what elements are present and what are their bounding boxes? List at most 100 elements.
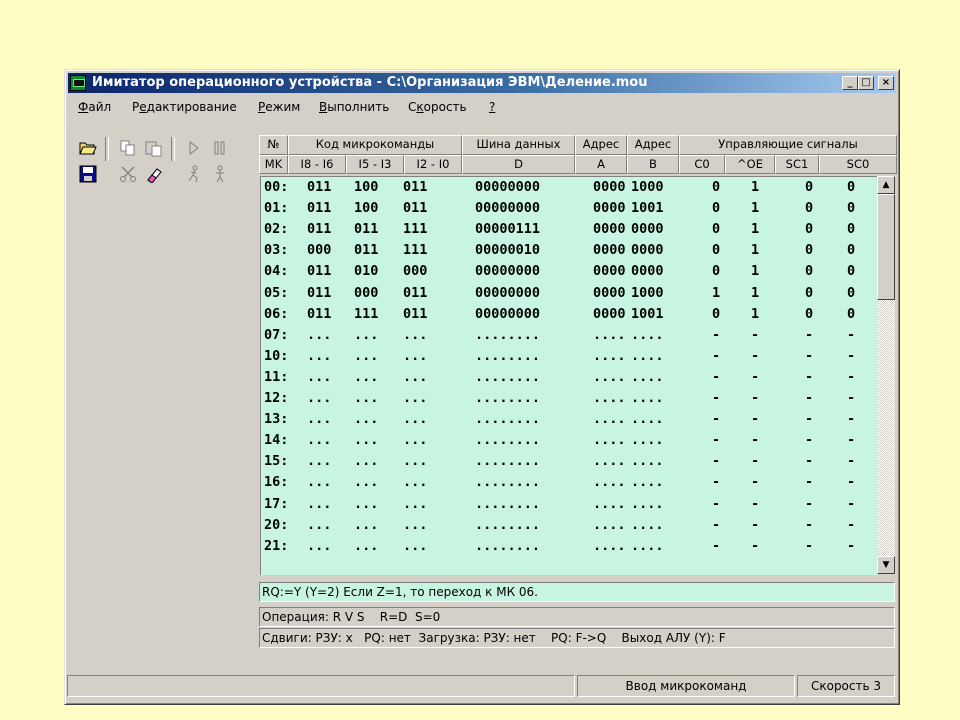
cell-oe[interactable]: - (751, 451, 759, 472)
cell-c0[interactable]: - (712, 430, 720, 451)
cell-i8-i6[interactable]: 011 (307, 198, 331, 219)
cell-i8-i6[interactable]: ... (307, 388, 331, 409)
cell-i2-i0[interactable]: ... (403, 346, 427, 367)
play-button[interactable] (183, 137, 205, 159)
cell-oe[interactable]: - (751, 388, 759, 409)
cell-i2-i0[interactable]: 000 (403, 261, 427, 282)
cell-sc0[interactable]: 0 (847, 240, 855, 261)
cell-sc0[interactable]: - (847, 430, 855, 451)
cell-address-a[interactable]: 0000 (593, 261, 626, 282)
cell-sc0[interactable]: 0 (847, 261, 855, 282)
cell-data-bus[interactable]: ........ (475, 346, 540, 367)
paste-button[interactable] (143, 137, 165, 159)
close-button[interactable]: × (878, 76, 894, 90)
cell-data-bus[interactable]: ........ (475, 409, 540, 430)
cell-sc1[interactable]: 0 (805, 283, 813, 304)
cell-i2-i0[interactable]: ... (403, 515, 427, 536)
cell-sc1[interactable]: - (805, 494, 813, 515)
cell-i2-i0[interactable]: ... (403, 325, 427, 346)
cell-sc1[interactable]: - (805, 472, 813, 493)
cell-i8-i6[interactable]: ... (307, 451, 331, 472)
cell-i8-i6[interactable]: 011 (307, 261, 331, 282)
cell-data-bus[interactable]: ........ (475, 451, 540, 472)
cell-sc1[interactable]: 0 (805, 240, 813, 261)
cell-sc0[interactable]: - (847, 536, 855, 557)
cell-c0[interactable]: 0 (712, 219, 720, 240)
cell-i5-i3[interactable]: ... (354, 409, 378, 430)
row-address[interactable]: 12: (264, 388, 288, 409)
cell-c0[interactable]: 0 (712, 261, 720, 282)
cell-oe[interactable]: - (751, 515, 759, 536)
open-button[interactable] (77, 137, 99, 159)
cell-sc1[interactable]: 0 (805, 198, 813, 219)
cell-i2-i0[interactable]: 011 (403, 198, 427, 219)
pause-button[interactable] (209, 137, 231, 159)
cell-sc0[interactable]: 0 (847, 219, 855, 240)
cell-sc1[interactable]: - (805, 388, 813, 409)
cell-oe[interactable]: - (751, 367, 759, 388)
cell-sc1[interactable]: - (805, 430, 813, 451)
cell-i5-i3[interactable]: 111 (354, 304, 378, 325)
cell-address-b[interactable]: .... (631, 472, 664, 493)
cell-i2-i0[interactable]: ... (403, 494, 427, 515)
cell-i8-i6[interactable]: ... (307, 515, 331, 536)
microcommand-comment[interactable]: RQ:=Y (Y=2) Если Z=1, то переход к МК 06… (259, 582, 895, 602)
cell-address-a[interactable]: 0000 (593, 219, 626, 240)
row-address[interactable]: 05: (264, 283, 288, 304)
cell-sc1[interactable]: - (805, 451, 813, 472)
cell-i2-i0[interactable]: ... (403, 367, 427, 388)
cell-i5-i3[interactable]: 011 (354, 240, 378, 261)
scroll-thumb[interactable] (877, 194, 895, 300)
cell-i8-i6[interactable]: 011 (307, 283, 331, 304)
cell-data-bus[interactable]: ........ (475, 536, 540, 557)
cell-data-bus[interactable]: ........ (475, 367, 540, 388)
scroll-up-button[interactable]: ▲ (877, 176, 895, 194)
cell-c0[interactable]: 0 (712, 304, 720, 325)
cell-i5-i3[interactable]: ... (354, 536, 378, 557)
cell-i8-i6[interactable]: ... (307, 472, 331, 493)
cell-address-a[interactable]: 0000 (593, 177, 626, 198)
cell-i8-i6[interactable]: ... (307, 367, 331, 388)
cell-address-b[interactable]: .... (631, 367, 664, 388)
cell-sc0[interactable]: - (847, 367, 855, 388)
title-bar[interactable]: Имитатор операционного устройства - C:\О… (68, 73, 896, 93)
menu-file[interactable]: Файл (78, 100, 111, 114)
cell-data-bus[interactable]: ........ (475, 494, 540, 515)
cell-i8-i6[interactable]: 000 (307, 240, 331, 261)
cell-oe[interactable]: - (751, 409, 759, 430)
cell-address-a[interactable]: .... (593, 515, 626, 536)
vertical-scrollbar[interactable]: ▲ ▼ (877, 176, 895, 574)
cell-address-a[interactable]: 0000 (593, 198, 626, 219)
cell-c0[interactable]: - (712, 536, 720, 557)
cell-data-bus[interactable]: ........ (475, 472, 540, 493)
menu-help[interactable]: ? (489, 100, 495, 114)
cell-sc0[interactable]: - (847, 409, 855, 430)
cell-c0[interactable]: - (712, 515, 720, 536)
cell-c0[interactable]: - (712, 346, 720, 367)
row-address[interactable]: 17: (264, 494, 288, 515)
cell-data-bus[interactable]: ........ (475, 325, 540, 346)
cell-i8-i6[interactable]: ... (307, 325, 331, 346)
cell-address-b[interactable]: .... (631, 494, 664, 515)
row-address[interactable]: 13: (264, 409, 288, 430)
cell-address-b[interactable]: 1001 (631, 304, 664, 325)
cell-i8-i6[interactable]: 011 (307, 177, 331, 198)
cell-address-b[interactable]: .... (631, 325, 664, 346)
cell-sc1[interactable]: 0 (805, 304, 813, 325)
minimize-button[interactable]: _ (842, 76, 858, 90)
cell-c0[interactable]: - (712, 388, 720, 409)
cell-oe[interactable]: - (751, 346, 759, 367)
cell-sc0[interactable]: - (847, 515, 855, 536)
cell-address-a[interactable]: 0000 (593, 240, 626, 261)
row-address[interactable]: 02: (264, 219, 288, 240)
row-address[interactable]: 10: (264, 346, 288, 367)
cell-oe[interactable]: - (751, 472, 759, 493)
cell-address-b[interactable]: .... (631, 388, 664, 409)
cell-address-b[interactable]: 0000 (631, 261, 664, 282)
cell-address-b[interactable]: .... (631, 430, 664, 451)
cell-sc1[interactable]: - (805, 409, 813, 430)
cell-c0[interactable]: 0 (712, 198, 720, 219)
cell-i2-i0[interactable]: ... (403, 430, 427, 451)
cell-address-b[interactable]: 0000 (631, 219, 664, 240)
cell-sc0[interactable]: 0 (847, 283, 855, 304)
